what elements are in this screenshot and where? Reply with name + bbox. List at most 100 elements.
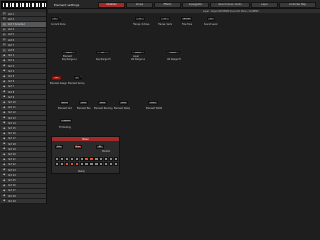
black-key[interactable] bbox=[10, 3, 12, 7]
mixer-channel-cell[interactable] bbox=[79, 157, 84, 161]
mixer-channel-cell[interactable] bbox=[89, 157, 94, 161]
mixer-channel-cell[interactable] bbox=[94, 162, 99, 166]
element-width-label: Element Width bbox=[146, 107, 163, 110]
key-range-lo-label: Key Range Lo bbox=[62, 58, 77, 61]
element-group-spin[interactable]: ▴ bbox=[80, 76, 82, 80]
mixer-channel-cell[interactable] bbox=[55, 157, 60, 161]
sound-level-field[interactable]: 0 bbox=[207, 17, 215, 21]
element-out-field[interactable]: Stereo bbox=[60, 101, 69, 105]
mixer-channel-cell[interactable] bbox=[99, 157, 104, 161]
fine-tune-field[interactable]: -63.00 bbox=[181, 17, 192, 21]
sidebar-item-label: Part 15 bbox=[7, 126, 16, 130]
fx-routing-field[interactable]: Enabled bbox=[60, 119, 72, 123]
mixer-footer: Ready bbox=[78, 170, 85, 173]
sidebar-item[interactable]: ◆ Part 29 bbox=[1, 198, 46, 205]
part-icon: ◆ bbox=[3, 151, 6, 156]
rack-icon: ▤ bbox=[2, 32, 6, 37]
vel-range-hi-label: Vel Range Hi bbox=[167, 58, 181, 61]
mixer-channel-cell[interactable] bbox=[64, 157, 70, 161]
transp-octave-label: Transp. Octave bbox=[133, 23, 150, 26]
current-zone-spin[interactable]: ▴ bbox=[59, 17, 61, 21]
sidebar-item-label: Part 5 bbox=[7, 74, 15, 78]
black-key[interactable] bbox=[25, 3, 27, 7]
sidebar-item-label: Part 9 bbox=[7, 95, 15, 99]
mixer-channel-cell[interactable] bbox=[74, 162, 79, 166]
tab-common[interactable]: Common bbox=[98, 1, 125, 8]
current-zone-field[interactable]: 1 bbox=[51, 17, 59, 21]
sidebar-item-label: Part 17 bbox=[7, 137, 16, 141]
rack-icon: ▤ bbox=[2, 11, 6, 16]
black-key[interactable] bbox=[20, 3, 22, 7]
part-icon: ◆ bbox=[3, 63, 6, 68]
black-key[interactable] bbox=[44, 3, 45, 7]
black-key[interactable] bbox=[35, 3, 37, 7]
mixer-channel-cell[interactable] bbox=[113, 157, 119, 161]
mixer-mute-button[interactable]: Mute bbox=[74, 145, 82, 149]
mixer-channel-cell[interactable] bbox=[55, 162, 60, 166]
mixer-channel-cell[interactable] bbox=[64, 162, 70, 166]
element-assign-button[interactable]: On bbox=[52, 76, 61, 80]
black-key[interactable] bbox=[31, 3, 32, 7]
mixer-channel-cell[interactable] bbox=[84, 162, 89, 166]
sound-level-label: Sound Level bbox=[204, 23, 218, 26]
mixer-channel-cell[interactable] bbox=[108, 162, 114, 166]
mixer-channel-cell[interactable] bbox=[74, 157, 79, 161]
black-key[interactable] bbox=[4, 3, 6, 7]
mixer-channel-cell[interactable] bbox=[99, 162, 104, 166]
tab-layer[interactable]: Layer bbox=[251, 1, 278, 8]
sidebar-item-label: Part 22 bbox=[7, 163, 16, 167]
part-icon: ◆ bbox=[3, 120, 6, 125]
sidebar-item-label: Part 10 bbox=[7, 100, 16, 104]
mixer-channel-cell[interactable] bbox=[59, 157, 65, 161]
tab-zones[interactable]: Zones bbox=[126, 1, 153, 8]
part-icon: ◆ bbox=[3, 73, 6, 78]
mixer-channel-cell[interactable] bbox=[108, 157, 114, 161]
sidebar: ▤ Slot 1 ▤ Slot 2 ▤ Slot 3 Selected ▤ Slot 4 ▤ Sl… bbox=[0, 0, 47, 205]
vel-range-hi-field[interactable]: LG02 bbox=[166, 51, 180, 54]
rack-icon: ▤ bbox=[2, 37, 6, 42]
element-pan-field[interactable]: Auto bbox=[79, 101, 88, 105]
rack-icon: ▤ bbox=[2, 42, 6, 47]
mixer-channel-cell[interactable] bbox=[94, 157, 99, 161]
mixer-channel-cell[interactable] bbox=[79, 162, 84, 166]
mixer-channel-cell[interactable] bbox=[104, 157, 109, 161]
tab-controller-map[interactable]: Controller Map bbox=[279, 1, 316, 8]
sidebar-item-label: Part 28 bbox=[7, 194, 16, 198]
mixer-all-button[interactable]: All bbox=[96, 145, 104, 149]
mixer-channel-cell[interactable] bbox=[84, 157, 89, 161]
top-bar: Element settings Common Zones Effects Ar… bbox=[48, 0, 320, 9]
mixer-sub-label: Monitor bbox=[102, 149, 111, 153]
tab-sound-cloud[interactable]: Sound Cloud / Audio bbox=[210, 1, 250, 8]
sidebar-item-label: Slot 5 bbox=[7, 33, 15, 37]
mixer-channel-cell[interactable] bbox=[59, 162, 65, 166]
element-delay-label: Element Delay bbox=[114, 107, 131, 110]
sidebar-item-label: Slot 2 bbox=[7, 17, 15, 21]
mixer-channel-cell[interactable] bbox=[69, 157, 75, 161]
mixer-channel-cell[interactable] bbox=[69, 162, 75, 166]
vel-range-lo-label: Vel Range Lo bbox=[131, 58, 146, 61]
layer-info-text: Layer : Super RM OBSM Sound ID: Mono / A… bbox=[203, 9, 259, 13]
fine-tune-label: Fine Tune bbox=[182, 23, 193, 26]
transp-octave-field[interactable]: 0 bbox=[135, 17, 145, 21]
mixer-channel-cell[interactable] bbox=[104, 162, 109, 166]
sidebar-item-label: Part 25 bbox=[7, 178, 16, 182]
element-width-field[interactable]: Auto bbox=[148, 101, 158, 105]
part-icon: ◆ bbox=[3, 198, 6, 203]
sidebar-item-label: Part 7 bbox=[7, 85, 15, 89]
sidebar-item-label: Slot 3 Selected bbox=[7, 22, 25, 26]
element-panning-field[interactable]: Auto bbox=[98, 101, 107, 105]
element-delay-field[interactable]: Auto bbox=[119, 101, 128, 105]
tab-arpeggiator[interactable]: Arpeggiator bbox=[182, 1, 209, 8]
mixer-channel-cell[interactable] bbox=[113, 162, 119, 166]
sidebar-item-label: Part 11 bbox=[7, 106, 16, 110]
transp-semi-field[interactable]: 0 bbox=[160, 17, 170, 21]
mixer-solo-button[interactable]: Solo bbox=[55, 145, 63, 149]
black-key[interactable] bbox=[41, 3, 43, 7]
mixer-channel-cell[interactable] bbox=[89, 162, 94, 166]
sidebar-item-label: Part 18 bbox=[7, 142, 16, 146]
tab-effects[interactable]: Effects bbox=[154, 1, 181, 8]
black-key[interactable] bbox=[15, 3, 16, 7]
part-icon: ◆ bbox=[3, 188, 6, 193]
mini-keyboard[interactable] bbox=[1, 1, 46, 9]
key-range-hi-field[interactable]: G7 bbox=[96, 51, 110, 54]
